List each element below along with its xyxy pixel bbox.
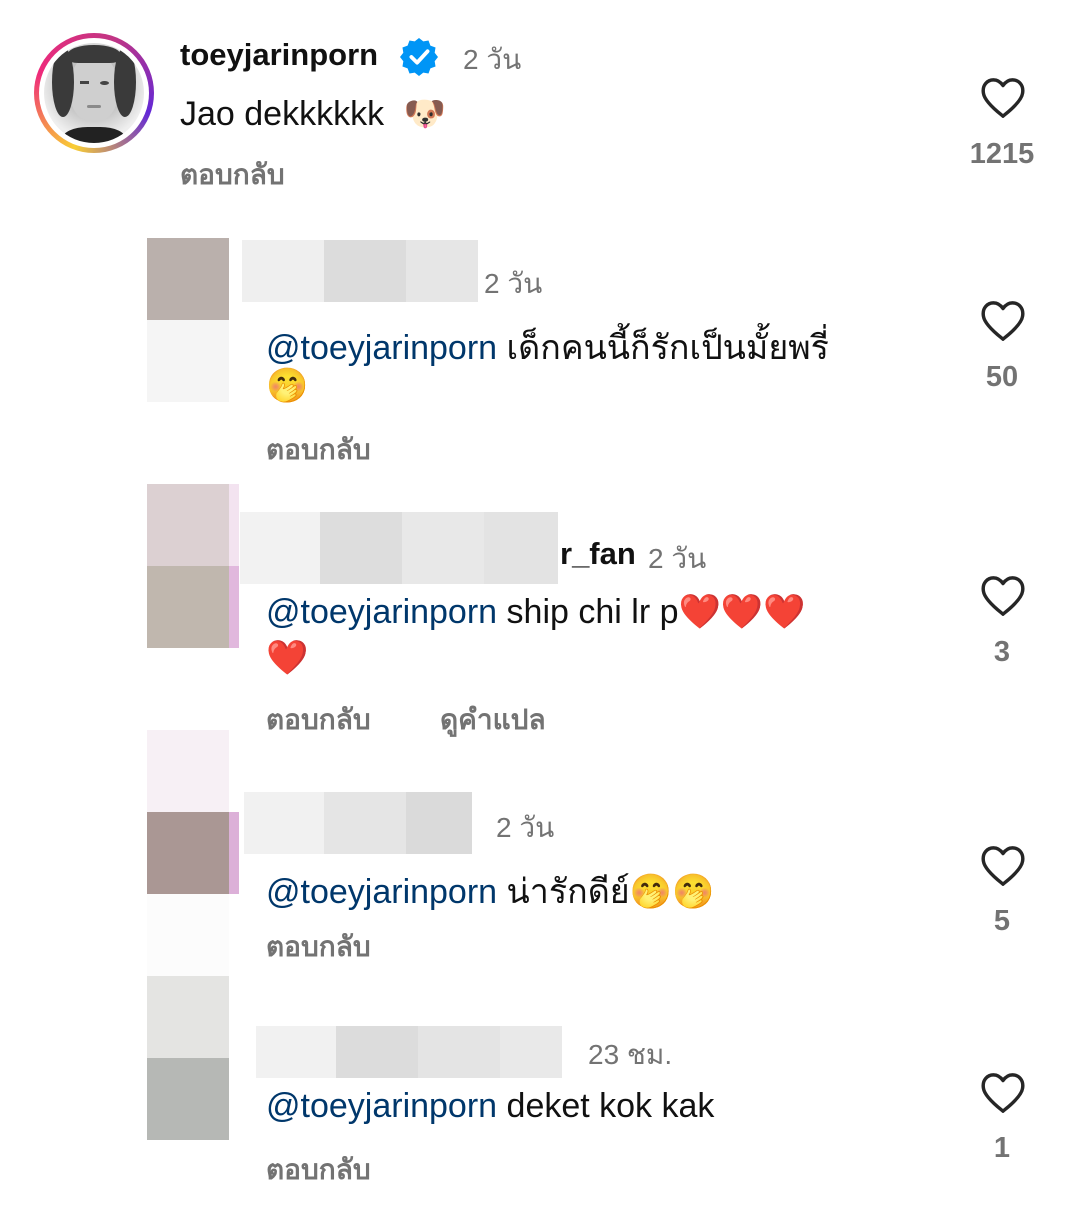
avatar[interactable] [147, 730, 239, 976]
like-count: 1215 [969, 138, 1035, 170]
like-button[interactable] [980, 1072, 1026, 1114]
heart-outline-icon [981, 78, 1025, 118]
heart-outline-icon [981, 846, 1025, 886]
username-redacted[interactable] [244, 792, 472, 854]
comment-text: Jao dekkkkkk 🐶 [180, 94, 446, 134]
username-redacted[interactable] [256, 1026, 562, 1078]
comment-body: deket kok kak [506, 1087, 715, 1125]
comment-text: @toeyjarinporn ship chi lr p❤️❤️❤️ [266, 592, 806, 632]
avatar[interactable] [147, 484, 239, 648]
reply-button[interactable]: ตอบกลับ [266, 925, 371, 969]
comment-time: 2 วัน [496, 812, 555, 843]
comment-username[interactable]: r_fan [560, 536, 636, 572]
comment-text: @toeyjarinporn deket kok kak [266, 1087, 714, 1126]
verified-badge-icon [400, 38, 438, 81]
username-redacted[interactable] [240, 512, 558, 584]
like-button[interactable] [980, 845, 1026, 887]
comment-time: 23 ชม. [588, 1039, 673, 1070]
avatar[interactable] [147, 976, 229, 1140]
comment-username[interactable]: toeyjarinporn [180, 37, 378, 73]
mention-link[interactable]: @toeyjarinporn [266, 329, 497, 367]
comment-text-line2: 🤭 [266, 366, 309, 406]
like-button[interactable] [980, 77, 1026, 119]
comment-time: 2 วัน [648, 543, 707, 574]
comment-time: 2 วัน [463, 44, 522, 75]
reply-button[interactable]: ตอบกลับ [266, 428, 371, 472]
like-count: 1 [993, 1132, 1011, 1164]
comment-text: @toeyjarinporn เด็กคนนี้ก็รักเป็นมั้ยพรี… [266, 320, 829, 374]
mention-link[interactable]: @toeyjarinporn [266, 1087, 497, 1125]
comment-body: น่ารักดีย์🤭🤭 [506, 873, 715, 911]
dog-emoji-icon: 🐶 [403, 94, 446, 134]
comment-text: @toeyjarinporn น่ารักดีย์🤭🤭 [266, 864, 714, 918]
avatar[interactable] [147, 238, 229, 402]
avatar [44, 43, 144, 143]
heart-outline-icon [981, 1073, 1025, 1113]
comment-body: เด็กคนนี้ก็รักเป็นมั้ยพรี่ [506, 329, 829, 367]
heart-outline-icon [981, 301, 1025, 341]
like-button[interactable] [980, 300, 1026, 342]
comment-body: ship chi lr p❤️❤️❤️ [506, 593, 806, 631]
comment-body: Jao dekkkkkk [180, 95, 385, 133]
like-count: 5 [993, 905, 1011, 937]
heart-outline-icon [981, 576, 1025, 616]
avatar-story-ring[interactable] [34, 33, 154, 153]
username-redacted[interactable] [242, 240, 478, 302]
comment-text-line2: ❤️ [266, 638, 309, 678]
mention-link[interactable]: @toeyjarinporn [266, 593, 497, 631]
comment-time: 2 วัน [484, 268, 543, 299]
see-translation-button[interactable]: ดูคำแปล [440, 698, 546, 742]
like-count: 50 [985, 361, 1019, 393]
reply-button[interactable]: ตอบกลับ [266, 698, 371, 742]
like-count: 3 [993, 636, 1011, 668]
reply-button[interactable]: ตอบกลับ [180, 153, 285, 197]
like-button[interactable] [980, 575, 1026, 617]
reply-button[interactable]: ตอบกลับ [266, 1148, 371, 1192]
mention-link[interactable]: @toeyjarinporn [266, 873, 497, 911]
